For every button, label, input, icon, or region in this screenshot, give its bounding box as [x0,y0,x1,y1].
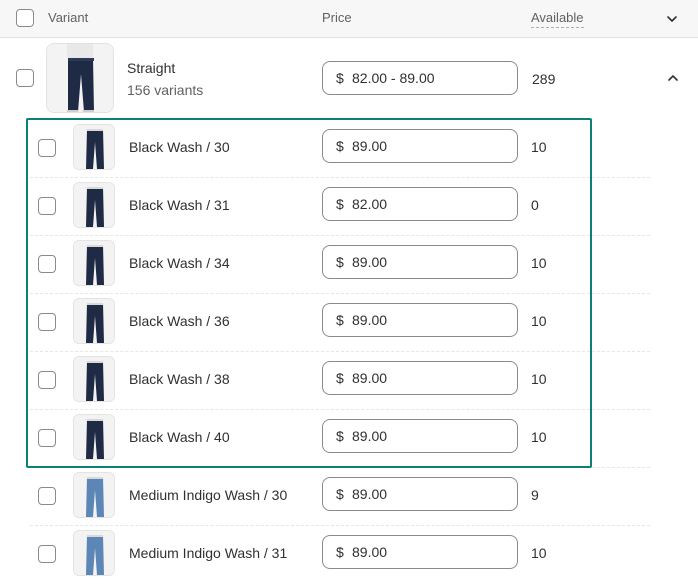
currency-symbol: $ [336,254,344,270]
price-value: 89.00 [352,544,388,560]
variant-name[interactable]: Black Wash / 34 [129,255,230,271]
variant-thumbnail [73,182,115,228]
variant-row[interactable]: Black Wash / 36 $89.00 10 [30,293,650,351]
table-header: Variant Price Available [0,0,698,38]
variant-price-input[interactable]: $82.00 [322,187,518,221]
row-divider [30,293,650,294]
product-row[interactable]: Straight 156 variants $ 82.00 - 89.00 28… [0,39,698,117]
column-header-variant[interactable]: Variant [48,10,88,26]
variant-name[interactable]: Black Wash / 38 [129,371,230,387]
product-checkbox[interactable] [16,69,34,87]
variant-thumbnail [73,356,115,402]
row-divider [30,177,650,178]
variants-count: 156 variants [127,82,204,98]
row-divider [30,525,650,526]
currency-symbol: $ [336,138,344,154]
variant-price-input[interactable]: $89.00 [322,129,518,163]
jeans-image-icon [74,241,114,285]
variant-checkbox[interactable] [38,139,56,157]
variant-name[interactable]: Medium Indigo Wash / 30 [129,487,287,503]
variant-thumbnail [73,298,115,344]
currency-symbol: $ [336,70,344,86]
variant-thumbnail [73,124,115,170]
variant-price-input[interactable]: $89.00 [322,419,518,453]
variant-row[interactable]: Black Wash / 38 $89.00 10 [30,351,650,409]
column-header-price[interactable]: Price [322,10,352,26]
variant-price-input[interactable]: $89.00 [322,361,518,395]
variant-thumbnail [73,472,115,518]
jeans-image-icon [74,473,114,517]
row-divider [30,351,650,352]
variant-price-input[interactable]: $89.00 [322,477,518,511]
variant-thumbnail [73,414,115,460]
variant-price-input[interactable]: $89.00 [322,535,518,569]
variant-name[interactable]: Black Wash / 36 [129,313,230,329]
variant-available: 10 [531,545,547,561]
variant-available: 10 [531,139,547,155]
row-divider [30,235,650,236]
chevron-up-icon[interactable] [666,71,680,85]
variant-row[interactable]: Black Wash / 40 $89.00 10 [30,409,650,467]
currency-symbol: $ [336,370,344,386]
price-value: 82.00 [352,196,388,212]
variant-name[interactable]: Medium Indigo Wash / 31 [129,545,287,561]
jeans-image-icon [74,357,114,401]
variant-price-input[interactable]: $89.00 [322,303,518,337]
variant-name[interactable]: Black Wash / 30 [129,139,230,155]
variant-price-input[interactable]: $89.00 [322,245,518,279]
currency-symbol: $ [336,196,344,212]
currency-symbol: $ [336,486,344,502]
variant-available: 10 [531,255,547,271]
jeans-image-icon [47,44,113,112]
select-all-checkbox[interactable] [16,9,34,27]
price-value: 89.00 [352,312,388,328]
variant-checkbox[interactable] [38,255,56,273]
product-thumbnail [46,43,114,113]
row-divider [30,409,650,410]
jeans-image-icon [74,125,114,169]
price-value: 89.00 [352,428,388,444]
variant-checkbox[interactable] [38,313,56,331]
product-available: 289 [532,71,556,87]
price-value: 89.00 [352,486,388,502]
price-value: 89.00 [352,138,388,154]
variant-available: 0 [531,197,539,213]
variant-row[interactable]: Black Wash / 34 $89.00 10 [30,235,650,293]
currency-symbol: $ [336,544,344,560]
price-range-value: 82.00 - 89.00 [352,70,435,86]
variant-row[interactable]: Black Wash / 31 $82.00 0 [30,177,650,235]
variant-checkbox[interactable] [38,429,56,447]
variant-thumbnail [73,530,115,576]
column-header-available[interactable]: Available [531,10,584,28]
product-price-input[interactable]: $ 82.00 - 89.00 [322,61,518,95]
variant-checkbox[interactable] [38,487,56,505]
jeans-image-icon [74,415,114,459]
variant-checkbox[interactable] [38,545,56,563]
currency-symbol: $ [336,428,344,444]
jeans-image-icon [74,531,114,575]
variant-available: 10 [531,429,547,445]
price-value: 89.00 [352,254,388,270]
jeans-image-icon [74,183,114,227]
variant-row[interactable]: Medium Indigo Wash / 30 $89.00 9 [30,467,650,525]
product-title[interactable]: Straight [127,60,175,76]
currency-symbol: $ [336,312,344,328]
variant-checkbox[interactable] [38,371,56,389]
variant-row[interactable]: Black Wash / 30 $89.00 10 [30,119,650,177]
variant-available: 9 [531,487,539,503]
variant-available: 10 [531,313,547,329]
variant-row[interactable]: Medium Indigo Wash / 31 $89.00 10 [30,525,650,583]
chevron-down-icon[interactable] [664,11,680,27]
jeans-image-icon [74,299,114,343]
row-divider [30,467,650,468]
variant-name[interactable]: Black Wash / 31 [129,197,230,213]
variant-available: 10 [531,371,547,387]
price-value: 89.00 [352,370,388,386]
variant-thumbnail [73,240,115,286]
variant-checkbox[interactable] [38,197,56,215]
variant-name[interactable]: Black Wash / 40 [129,429,230,445]
